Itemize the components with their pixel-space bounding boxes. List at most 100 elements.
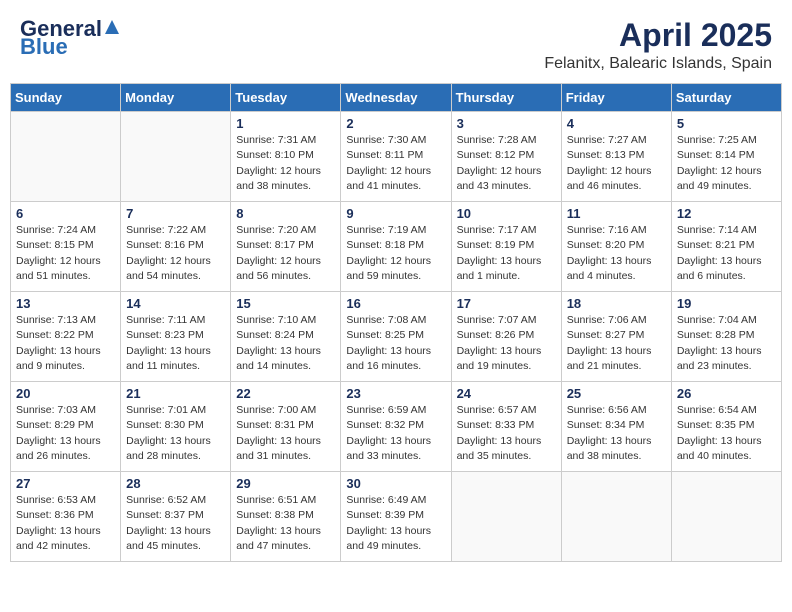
day-detail: Sunrise: 7:24 AM Sunset: 8:15 PM Dayligh… [16, 223, 115, 284]
calendar-cell [671, 472, 781, 562]
calendar-cell: 9Sunrise: 7:19 AM Sunset: 8:18 PM Daylig… [341, 202, 451, 292]
day-detail: Sunrise: 7:04 AM Sunset: 8:28 PM Dayligh… [677, 313, 776, 374]
day-number: 9 [346, 206, 445, 221]
day-number: 8 [236, 206, 335, 221]
day-detail: Sunrise: 7:13 AM Sunset: 8:22 PM Dayligh… [16, 313, 115, 374]
day-number: 13 [16, 296, 115, 311]
day-number: 20 [16, 386, 115, 401]
calendar-body: 1 Sunrise: 7:31 AM Sunset: 8:10 PM Daylig… [11, 112, 782, 562]
calendar-table: SundayMondayTuesdayWednesdayThursdayFrid… [10, 83, 782, 562]
day-number: 5 [677, 116, 776, 131]
weekday-header-wednesday: Wednesday [341, 84, 451, 112]
day-detail: Sunrise: 6:56 AM Sunset: 8:34 PM Dayligh… [567, 403, 666, 464]
calendar-cell: 13 Sunrise: 7:13 AM Sunset: 8:22 PM Dayli… [11, 292, 121, 382]
month-title: April 2025 [544, 18, 772, 53]
day-number: 25 [567, 386, 666, 401]
calendar-cell [451, 472, 561, 562]
day-number: 7 [126, 206, 225, 221]
calendar-cell: 19 Sunrise: 7:04 AM Sunset: 8:28 PM Dayli… [671, 292, 781, 382]
day-number: 17 [457, 296, 556, 311]
day-number: 6 [16, 206, 115, 221]
logo-blue-text: Blue [20, 36, 121, 58]
calendar-week-row: 20 Sunrise: 7:03 AM Sunset: 8:29 PM Dayli… [11, 382, 782, 472]
calendar-cell: 28 Sunrise: 6:52 AM Sunset: 8:37 PM Dayli… [121, 472, 231, 562]
calendar-cell: 6 Sunrise: 7:24 AM Sunset: 8:15 PM Daylig… [11, 202, 121, 292]
calendar-cell: 11 Sunrise: 7:16 AM Sunset: 8:20 PM Dayli… [561, 202, 671, 292]
calendar-cell: 18 Sunrise: 7:06 AM Sunset: 8:27 PM Dayli… [561, 292, 671, 382]
weekday-header-thursday: Thursday [451, 84, 561, 112]
day-detail: Sunrise: 7:16 AM Sunset: 8:20 PM Dayligh… [567, 223, 666, 284]
day-detail: Sunrise: 7:01 AM Sunset: 8:30 PM Dayligh… [126, 403, 225, 464]
day-number: 10 [457, 206, 556, 221]
day-number: 26 [677, 386, 776, 401]
day-number: 27 [16, 476, 115, 491]
day-number: 2 [346, 116, 445, 131]
day-detail: Sunrise: 7:00 AM Sunset: 8:31 PM Dayligh… [236, 403, 335, 464]
day-detail: Sunrise: 6:57 AM Sunset: 8:33 PM Dayligh… [457, 403, 556, 464]
calendar-week-row: 1 Sunrise: 7:31 AM Sunset: 8:10 PM Daylig… [11, 112, 782, 202]
calendar-week-row: 6 Sunrise: 7:24 AM Sunset: 8:15 PM Daylig… [11, 202, 782, 292]
day-number: 18 [567, 296, 666, 311]
day-detail: Sunrise: 7:17 AM Sunset: 8:19 PM Dayligh… [457, 223, 556, 284]
calendar-week-row: 13 Sunrise: 7:13 AM Sunset: 8:22 PM Dayli… [11, 292, 782, 382]
calendar-cell [11, 112, 121, 202]
weekday-header-monday: Monday [121, 84, 231, 112]
day-number: 14 [126, 296, 225, 311]
calendar-cell: 3Sunrise: 7:28 AM Sunset: 8:12 PM Daylig… [451, 112, 561, 202]
day-number: 28 [126, 476, 225, 491]
page-header: General Blue April 2025 Felanitx, Balear… [10, 10, 782, 79]
day-detail: Sunrise: 7:22 AM Sunset: 8:16 PM Dayligh… [126, 223, 225, 284]
calendar-cell: 2Sunrise: 7:30 AM Sunset: 8:11 PM Daylig… [341, 112, 451, 202]
day-detail: Sunrise: 7:27 AM Sunset: 8:13 PM Dayligh… [567, 133, 666, 194]
day-detail: Sunrise: 7:03 AM Sunset: 8:29 PM Dayligh… [16, 403, 115, 464]
calendar-cell: 16Sunrise: 7:08 AM Sunset: 8:25 PM Dayli… [341, 292, 451, 382]
day-number: 11 [567, 206, 666, 221]
day-detail: Sunrise: 7:06 AM Sunset: 8:27 PM Dayligh… [567, 313, 666, 374]
calendar-cell: 14 Sunrise: 7:11 AM Sunset: 8:23 PM Dayli… [121, 292, 231, 382]
calendar-cell: 1 Sunrise: 7:31 AM Sunset: 8:10 PM Daylig… [231, 112, 341, 202]
calendar-header: SundayMondayTuesdayWednesdayThursdayFrid… [11, 84, 782, 112]
calendar-cell: 25 Sunrise: 6:56 AM Sunset: 8:34 PM Dayli… [561, 382, 671, 472]
calendar-cell: 20 Sunrise: 7:03 AM Sunset: 8:29 PM Dayli… [11, 382, 121, 472]
day-detail: Sunrise: 7:07 AM Sunset: 8:26 PM Dayligh… [457, 313, 556, 374]
day-number: 24 [457, 386, 556, 401]
day-detail: Sunrise: 7:31 AM Sunset: 8:10 PM Dayligh… [236, 133, 335, 194]
calendar-cell: 7 Sunrise: 7:22 AM Sunset: 8:16 PM Daylig… [121, 202, 231, 292]
day-detail: Sunrise: 7:20 AM Sunset: 8:17 PM Dayligh… [236, 223, 335, 284]
calendar-cell: 8 Sunrise: 7:20 AM Sunset: 8:17 PM Daylig… [231, 202, 341, 292]
calendar-cell: 10 Sunrise: 7:17 AM Sunset: 8:19 PM Dayli… [451, 202, 561, 292]
day-detail: Sunrise: 7:11 AM Sunset: 8:23 PM Dayligh… [126, 313, 225, 374]
day-number: 19 [677, 296, 776, 311]
day-number: 23 [346, 386, 445, 401]
logo: General Blue [20, 18, 121, 58]
location-title: Felanitx, Balearic Islands, Spain [544, 55, 772, 73]
day-detail: Sunrise: 6:51 AM Sunset: 8:38 PM Dayligh… [236, 493, 335, 554]
day-number: 21 [126, 386, 225, 401]
day-detail: Sunrise: 7:10 AM Sunset: 8:24 PM Dayligh… [236, 313, 335, 374]
day-detail: Sunrise: 6:52 AM Sunset: 8:37 PM Dayligh… [126, 493, 225, 554]
day-detail: Sunrise: 7:28 AM Sunset: 8:12 PM Dayligh… [457, 133, 556, 194]
title-section: April 2025 Felanitx, Balearic Islands, S… [544, 18, 772, 73]
day-number: 16 [346, 296, 445, 311]
weekday-header-row: SundayMondayTuesdayWednesdayThursdayFrid… [11, 84, 782, 112]
calendar-cell: 15Sunrise: 7:10 AM Sunset: 8:24 PM Dayli… [231, 292, 341, 382]
calendar-cell: 23 Sunrise: 6:59 AM Sunset: 8:32 PM Dayli… [341, 382, 451, 472]
day-detail: Sunrise: 7:14 AM Sunset: 8:21 PM Dayligh… [677, 223, 776, 284]
day-number: 12 [677, 206, 776, 221]
calendar-cell: 21 Sunrise: 7:01 AM Sunset: 8:30 PM Dayli… [121, 382, 231, 472]
day-detail: Sunrise: 6:49 AM Sunset: 8:39 PM Dayligh… [346, 493, 445, 554]
day-number: 29 [236, 476, 335, 491]
calendar-week-row: 27Sunrise: 6:53 AM Sunset: 8:36 PM Dayli… [11, 472, 782, 562]
calendar-cell [121, 112, 231, 202]
calendar-cell: 22Sunrise: 7:00 AM Sunset: 8:31 PM Dayli… [231, 382, 341, 472]
weekday-header-saturday: Saturday [671, 84, 781, 112]
day-number: 1 [236, 116, 335, 131]
day-detail: Sunrise: 6:54 AM Sunset: 8:35 PM Dayligh… [677, 403, 776, 464]
day-detail: Sunrise: 6:59 AM Sunset: 8:32 PM Dayligh… [346, 403, 445, 464]
weekday-header-sunday: Sunday [11, 84, 121, 112]
day-number: 30 [346, 476, 445, 491]
day-number: 4 [567, 116, 666, 131]
calendar-cell: 5Sunrise: 7:25 AM Sunset: 8:14 PM Daylig… [671, 112, 781, 202]
calendar-cell: 24 Sunrise: 6:57 AM Sunset: 8:33 PM Dayli… [451, 382, 561, 472]
calendar-cell [561, 472, 671, 562]
